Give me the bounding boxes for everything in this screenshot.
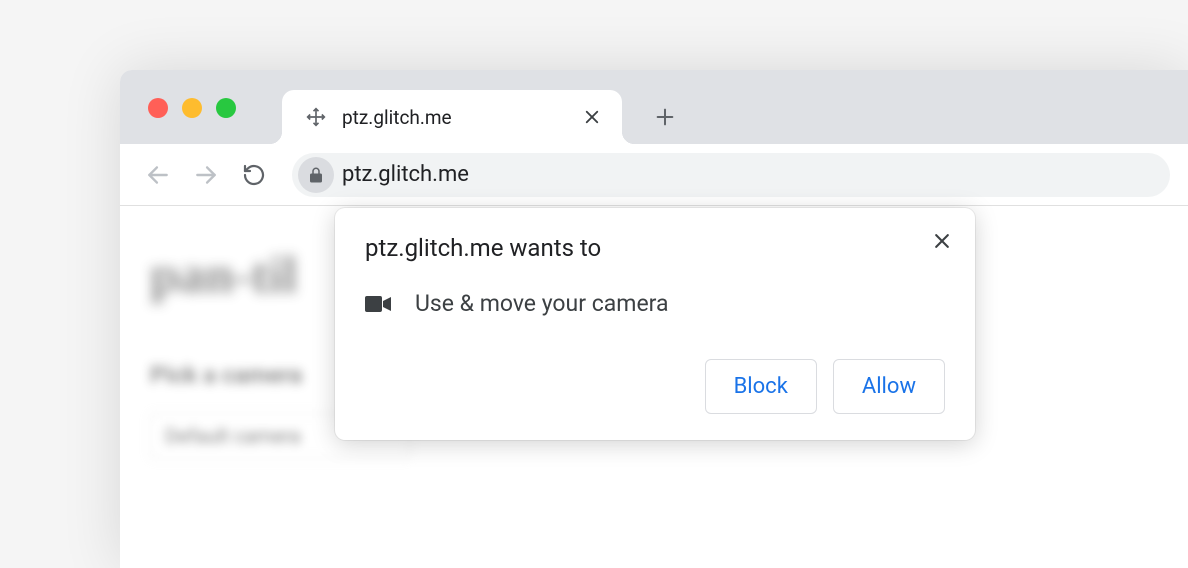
new-tab-button[interactable] xyxy=(644,96,686,138)
prompt-actions: Block Allow xyxy=(365,359,945,414)
maximize-window-button[interactable] xyxy=(216,98,236,118)
block-button[interactable]: Block xyxy=(705,359,817,414)
tab-bar: ptz.glitch.me xyxy=(120,70,1188,144)
page-content: pan-til Pick a camera Default camera ptz… xyxy=(120,206,1188,568)
camera-select-value: Default camera xyxy=(165,424,301,448)
permission-row: Use & move your camera xyxy=(365,290,945,317)
close-prompt-icon[interactable] xyxy=(927,226,957,256)
close-window-button[interactable] xyxy=(148,98,168,118)
prompt-title: ptz.glitch.me wants to xyxy=(365,234,945,262)
tab-title: ptz.glitch.me xyxy=(342,106,530,129)
permission-prompt: ptz.glitch.me wants to Use & move your c… xyxy=(335,208,975,440)
window-controls xyxy=(148,98,236,118)
forward-button[interactable] xyxy=(186,155,226,195)
minimize-window-button[interactable] xyxy=(182,98,202,118)
browser-tab[interactable]: ptz.glitch.me xyxy=(282,90,622,144)
move-icon xyxy=(304,105,328,129)
allow-button[interactable]: Allow xyxy=(833,359,945,414)
close-tab-icon[interactable] xyxy=(580,105,604,129)
browser-window: ptz.glitch.me xyxy=(120,70,1188,568)
url-text: ptz.glitch.me xyxy=(342,162,469,187)
back-button[interactable] xyxy=(138,155,178,195)
camera-icon xyxy=(365,291,391,317)
lock-icon[interactable] xyxy=(298,157,334,193)
address-bar[interactable]: ptz.glitch.me xyxy=(292,153,1170,197)
permission-text: Use & move your camera xyxy=(415,290,669,317)
toolbar: ptz.glitch.me xyxy=(120,144,1188,206)
reload-button[interactable] xyxy=(234,155,274,195)
